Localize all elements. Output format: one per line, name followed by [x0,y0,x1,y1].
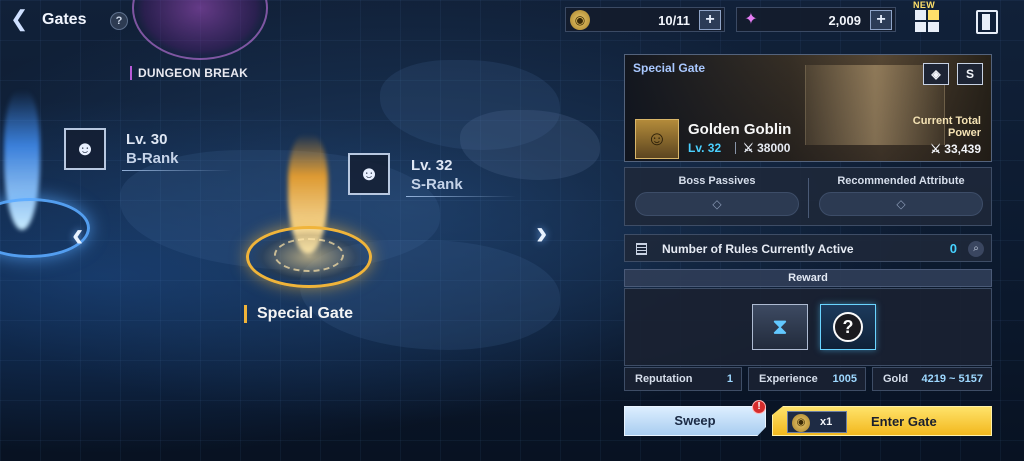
boss-power-value: 38000 [757,141,791,155]
reward-title: Reward [624,269,992,287]
current-total-power-value: 33,439 [944,142,981,156]
recommended-attribute-slot[interactable]: ◇ [819,192,983,216]
sweep-button[interactable]: Sweep [624,406,766,436]
reward-list: ⧗ ? [624,288,992,366]
element-icon[interactable]: ◈ [923,63,949,85]
monster-head-icon[interactable]: ☻ [348,153,390,195]
back-arrow-icon[interactable]: ❮ [10,8,34,32]
gold-label: Gold [883,373,909,385]
boss-level: Lv. 32 [688,141,722,155]
boss-divider [735,142,736,154]
active-rules-label: Number of Rules Currently Active [662,242,854,256]
gate-ticket-icon: ◉ [792,414,810,432]
gate-underline [406,196,516,197]
mystery-reward-icon[interactable]: ? [820,304,876,350]
chevron-left-icon[interactable]: ‹ [72,216,83,255]
reputation-label: Reputation [635,373,693,385]
dungeon-break-label[interactable]: DUNGEON BREAK [130,66,248,80]
active-rules-row[interactable]: Number of Rules Currently Active 0 ⌕ [624,234,992,262]
add-crystal-button[interactable]: + [870,10,892,30]
gate-type-title: Special Gate [633,61,706,75]
boss-name: Golden Goblin [688,121,792,138]
entry-cost-quantity: x1 [820,416,833,428]
entry-cost: ◉ x1 [787,411,847,433]
goblin-portrait-icon: ☺ [635,119,679,159]
rank-s-icon[interactable]: S [957,63,983,85]
exit-door-icon[interactable] [976,10,998,34]
boss-power: ⚔ 38000 [743,141,790,155]
reputation-stat: Reputation 1 [624,367,742,391]
divider [808,178,809,218]
experience-stat: Experience 1005 [748,367,866,391]
special-gate-inner-ring [274,238,344,272]
recommended-attribute-label: Recommended Attribute [837,175,965,187]
crossed-swords-icon: ⚔ [930,142,941,156]
help-button[interactable]: ? [110,12,128,30]
hourglass-icon[interactable]: ⧗ [752,304,808,350]
gate-ticket-counter: ◉ 10/11 + [565,7,725,32]
active-rules-count: 0 [949,241,957,256]
gate-level: Lv. 32 [411,157,453,174]
crossed-swords-icon: ⚔ [743,141,754,155]
boss-attributes: Boss Passives ◇ Recommended Attribute ◇ [624,167,992,226]
gate-underline [122,170,232,171]
experience-value: 1005 [832,373,857,385]
page-title: Gates [42,11,87,28]
new-badge: NEW [913,0,936,10]
special-gate-label[interactable]: Special Gate [244,305,353,323]
current-total-power: ⚔ 33,439 [930,142,981,156]
crystal-icon: ✦ [744,11,758,28]
boss-passives-label: Boss Passives [678,175,756,187]
gate-ticket-value: 10/11 [658,13,690,28]
gold-stat: Gold 4219 ~ 5157 [872,367,992,391]
gate-level: Lv. 30 [126,131,168,148]
gate-info-panel: Special Gate ◈ S ☺ Golden Goblin Lv. 32 … [624,54,994,452]
reputation-value: 1 [726,373,733,385]
boss-passives-slot[interactable]: ◇ [635,192,799,216]
enter-gate-button[interactable]: ◉ x1 Enter Gate [772,406,992,436]
question-mark-glyph: ? [833,312,863,342]
current-total-power-label: Current Total Power [912,115,981,139]
alert-badge: ! [752,400,766,414]
add-ticket-button[interactable]: + [699,10,721,30]
gate-ticket-icon: ◉ [570,10,590,30]
rules-list-icon [636,243,647,255]
info-icon[interactable]: ⌕ [968,241,984,257]
gate-rank: S-Rank [411,176,463,193]
crystal-counter: ✦ 2,009 + [736,7,896,32]
experience-label: Experience [759,373,818,385]
menu-grid-icon[interactable] [915,10,941,34]
crystal-value: 2,009 [828,13,861,28]
chevron-right-icon[interactable]: › [536,214,547,253]
gold-value: 4219 ~ 5157 [921,373,983,385]
monster-head-icon[interactable]: ☻ [64,128,106,170]
reward-stats: Reputation 1 Experience 1005 Gold 4219 ~… [624,367,992,391]
boss-banner: Special Gate ◈ S ☺ Golden Goblin Lv. 32 … [624,54,992,162]
gate-rank: B-Rank [126,150,179,167]
enter-gate-label: Enter Gate [871,414,937,429]
